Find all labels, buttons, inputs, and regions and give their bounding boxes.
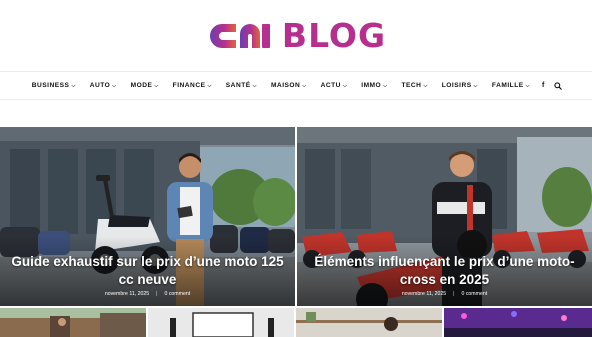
- chevron-down-icon: ⌵: [423, 82, 428, 89]
- chevron-down-icon: ⌵: [342, 82, 348, 89]
- nav-label: IMMO: [361, 82, 382, 89]
- nav-item-finance[interactable]: FINANCE ⌵: [173, 82, 212, 89]
- nav-item-sante[interactable]: SANTÉ ⌵: [226, 82, 257, 89]
- nav-label: FINANCE: [172, 82, 206, 89]
- facebook-icon[interactable]: f: [542, 82, 544, 89]
- nav-item-famille[interactable]: FAMILLE ⌵: [492, 82, 530, 89]
- post-date: novembre 11, 2025: [401, 291, 447, 297]
- chevron-down-icon: ⌵: [302, 82, 307, 89]
- search-icon[interactable]: [554, 81, 563, 90]
- post-title[interactable]: Éléments influençant le prix d’une moto-…: [307, 253, 582, 289]
- chevron-down-icon: ⌵: [383, 82, 388, 89]
- post-comments[interactable]: 0 comment: [165, 291, 191, 297]
- post-thumbnail[interactable]: [443, 308, 592, 337]
- post-thumbnail[interactable]: [0, 308, 146, 337]
- logo-text: BLOG: [281, 16, 387, 55]
- nav-label: SANTÉ: [225, 82, 251, 89]
- nav-label: ACTU: [320, 82, 341, 89]
- chevron-down-icon: ⌵: [525, 82, 530, 89]
- chevron-down-icon: ⌵: [112, 82, 117, 89]
- post-meta: novembre 11, 2025 | 0 comment: [297, 291, 592, 297]
- chevron-down-icon: ⌵: [207, 82, 212, 89]
- main-nav: BUSINESS ⌵ AUTO ⌵ MODE ⌵ FINANCE ⌵ SANTÉ ⌵ MA…: [0, 71, 592, 100]
- nav-item-actu[interactable]: ACTU ⌵: [321, 82, 348, 89]
- site-logo[interactable]: BLOG: [0, 14, 592, 58]
- nav-item-tech[interactable]: TECH ⌵: [401, 82, 427, 89]
- nav-label: MODE: [130, 82, 153, 89]
- post-thumbnail-strip: [0, 308, 592, 337]
- chevron-down-icon: ⌵: [154, 82, 159, 89]
- post-title[interactable]: Guide exhaustif sur le prix d’une moto 1…: [10, 253, 285, 289]
- nav-item-immo[interactable]: IMMO ⌵: [361, 82, 387, 89]
- featured-posts: Guide exhaustif sur le prix d’une moto 1…: [0, 127, 592, 306]
- featured-post-card[interactable]: Guide exhaustif sur le prix d’une moto 1…: [0, 127, 295, 306]
- post-thumbnail[interactable]: [296, 308, 442, 337]
- post-date: novembre 11, 2025: [104, 291, 150, 297]
- chevron-down-icon: ⌵: [71, 82, 76, 89]
- nav-item-mode[interactable]: MODE ⌵: [131, 82, 159, 89]
- nav-item-loisirs[interactable]: LOISIRS ⌵: [442, 82, 478, 89]
- meta-separator: |: [453, 291, 455, 297]
- post-thumbnail[interactable]: [147, 308, 294, 337]
- nav-label: MAISON: [270, 82, 301, 89]
- chevron-down-icon: ⌵: [473, 82, 478, 89]
- meta-separator: |: [156, 291, 158, 297]
- nav-label: BUSINESS: [31, 82, 70, 89]
- nav-item-business[interactable]: BUSINESS ⌵: [32, 82, 76, 89]
- post-meta: novembre 11, 2025 | 0 comment: [0, 291, 295, 297]
- logo-cn-icon: [209, 24, 270, 48]
- chevron-down-icon: ⌵: [252, 82, 257, 89]
- featured-post-card[interactable]: Éléments influençant le prix d’une moto-…: [297, 127, 592, 306]
- nav-label: LOISIRS: [441, 82, 472, 89]
- nav-label: AUTO: [89, 82, 111, 89]
- nav-label: TECH: [401, 82, 422, 89]
- post-comments[interactable]: 0 comment: [462, 291, 488, 297]
- nav-item-auto[interactable]: AUTO ⌵: [90, 82, 117, 89]
- logo-mark: [206, 16, 276, 56]
- nav-label: FAMILLE: [491, 82, 524, 89]
- nav-item-maison[interactable]: MAISON ⌵: [271, 82, 307, 89]
